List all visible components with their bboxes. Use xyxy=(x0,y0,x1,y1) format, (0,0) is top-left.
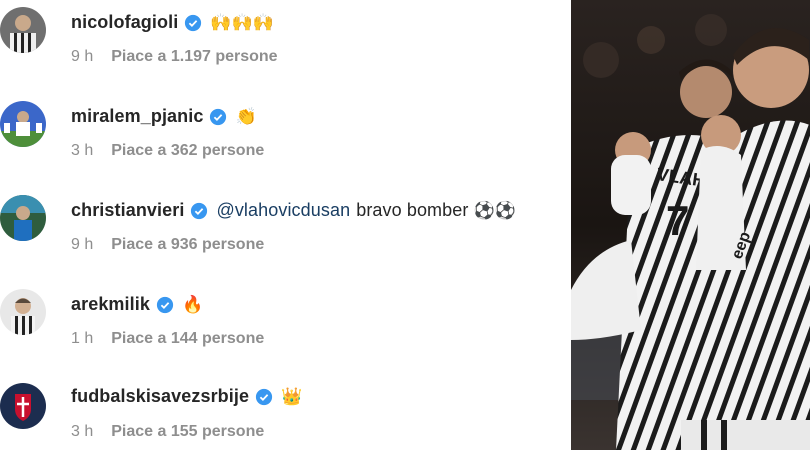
comment-item: fudbalskisavezsrbije 👑 3 h Piace a 155 pe… xyxy=(0,376,570,470)
comment-emoji: 🙌🙌🙌 xyxy=(210,12,275,32)
comment-emoji: 👏 xyxy=(235,106,257,126)
comment-item: nicolofagioli 🙌🙌🙌 9 h Piace a 1.197 perso… xyxy=(0,0,570,94)
comment-username[interactable]: nicolofagioli xyxy=(71,12,178,33)
comment-emoji: 👑 xyxy=(281,386,303,406)
comment-time: 3 h xyxy=(71,423,94,440)
verified-badge-icon xyxy=(156,296,174,314)
comment-time: 3 h xyxy=(71,142,94,159)
avatar[interactable] xyxy=(0,383,46,429)
verified-badge-icon xyxy=(255,388,273,406)
comment-time: 1 h xyxy=(71,330,94,347)
avatar[interactable] xyxy=(0,7,46,53)
comment-emoji: 🔥 xyxy=(181,294,204,314)
comment-time: 9 h xyxy=(71,48,94,65)
comments-list: nicolofagioli 🙌🙌🙌 9 h Piace a 1.197 perso… xyxy=(0,0,570,450)
avatar[interactable] xyxy=(0,195,46,241)
comment-text: bravo bomber xyxy=(356,200,469,220)
comment-likes[interactable]: Piace a 1.197 persone xyxy=(111,48,277,65)
comment-likes[interactable]: Piace a 362 persone xyxy=(111,142,264,159)
comment-username[interactable]: christianvieri xyxy=(71,200,184,221)
comment-likes[interactable]: Piace a 144 persone xyxy=(111,330,264,347)
comment-mention[interactable]: @vlahovicdusan xyxy=(216,200,350,221)
avatar[interactable] xyxy=(0,101,46,147)
comment-username[interactable]: fudbalskisavezsrbije xyxy=(71,386,249,407)
svg-text:7: 7 xyxy=(666,197,689,244)
comment-likes[interactable]: Piace a 936 persone xyxy=(111,236,264,253)
avatar[interactable] xyxy=(0,289,46,335)
comment-item: christianvieri @vlahovicdusan bravo bombe… xyxy=(0,188,570,282)
comment-username[interactable]: arekmilik xyxy=(71,294,150,315)
verified-badge-icon xyxy=(209,108,227,126)
comment-username[interactable]: miralem_pjanic xyxy=(71,106,203,127)
verified-badge-icon xyxy=(190,202,208,220)
comment-emoji: ⚽⚽ xyxy=(473,200,517,220)
comment-item: miralem_pjanic 👏 3 h Piace a 362 persone xyxy=(0,94,570,188)
comment-item: arekmilik 🔥 1 h Piace a 144 persone xyxy=(0,282,570,376)
verified-badge-icon xyxy=(184,14,202,32)
post-photo: VLAHOV 7 eep xyxy=(571,0,810,450)
comment-time: 9 h xyxy=(71,236,94,253)
comment-likes[interactable]: Piace a 155 persone xyxy=(111,423,264,440)
